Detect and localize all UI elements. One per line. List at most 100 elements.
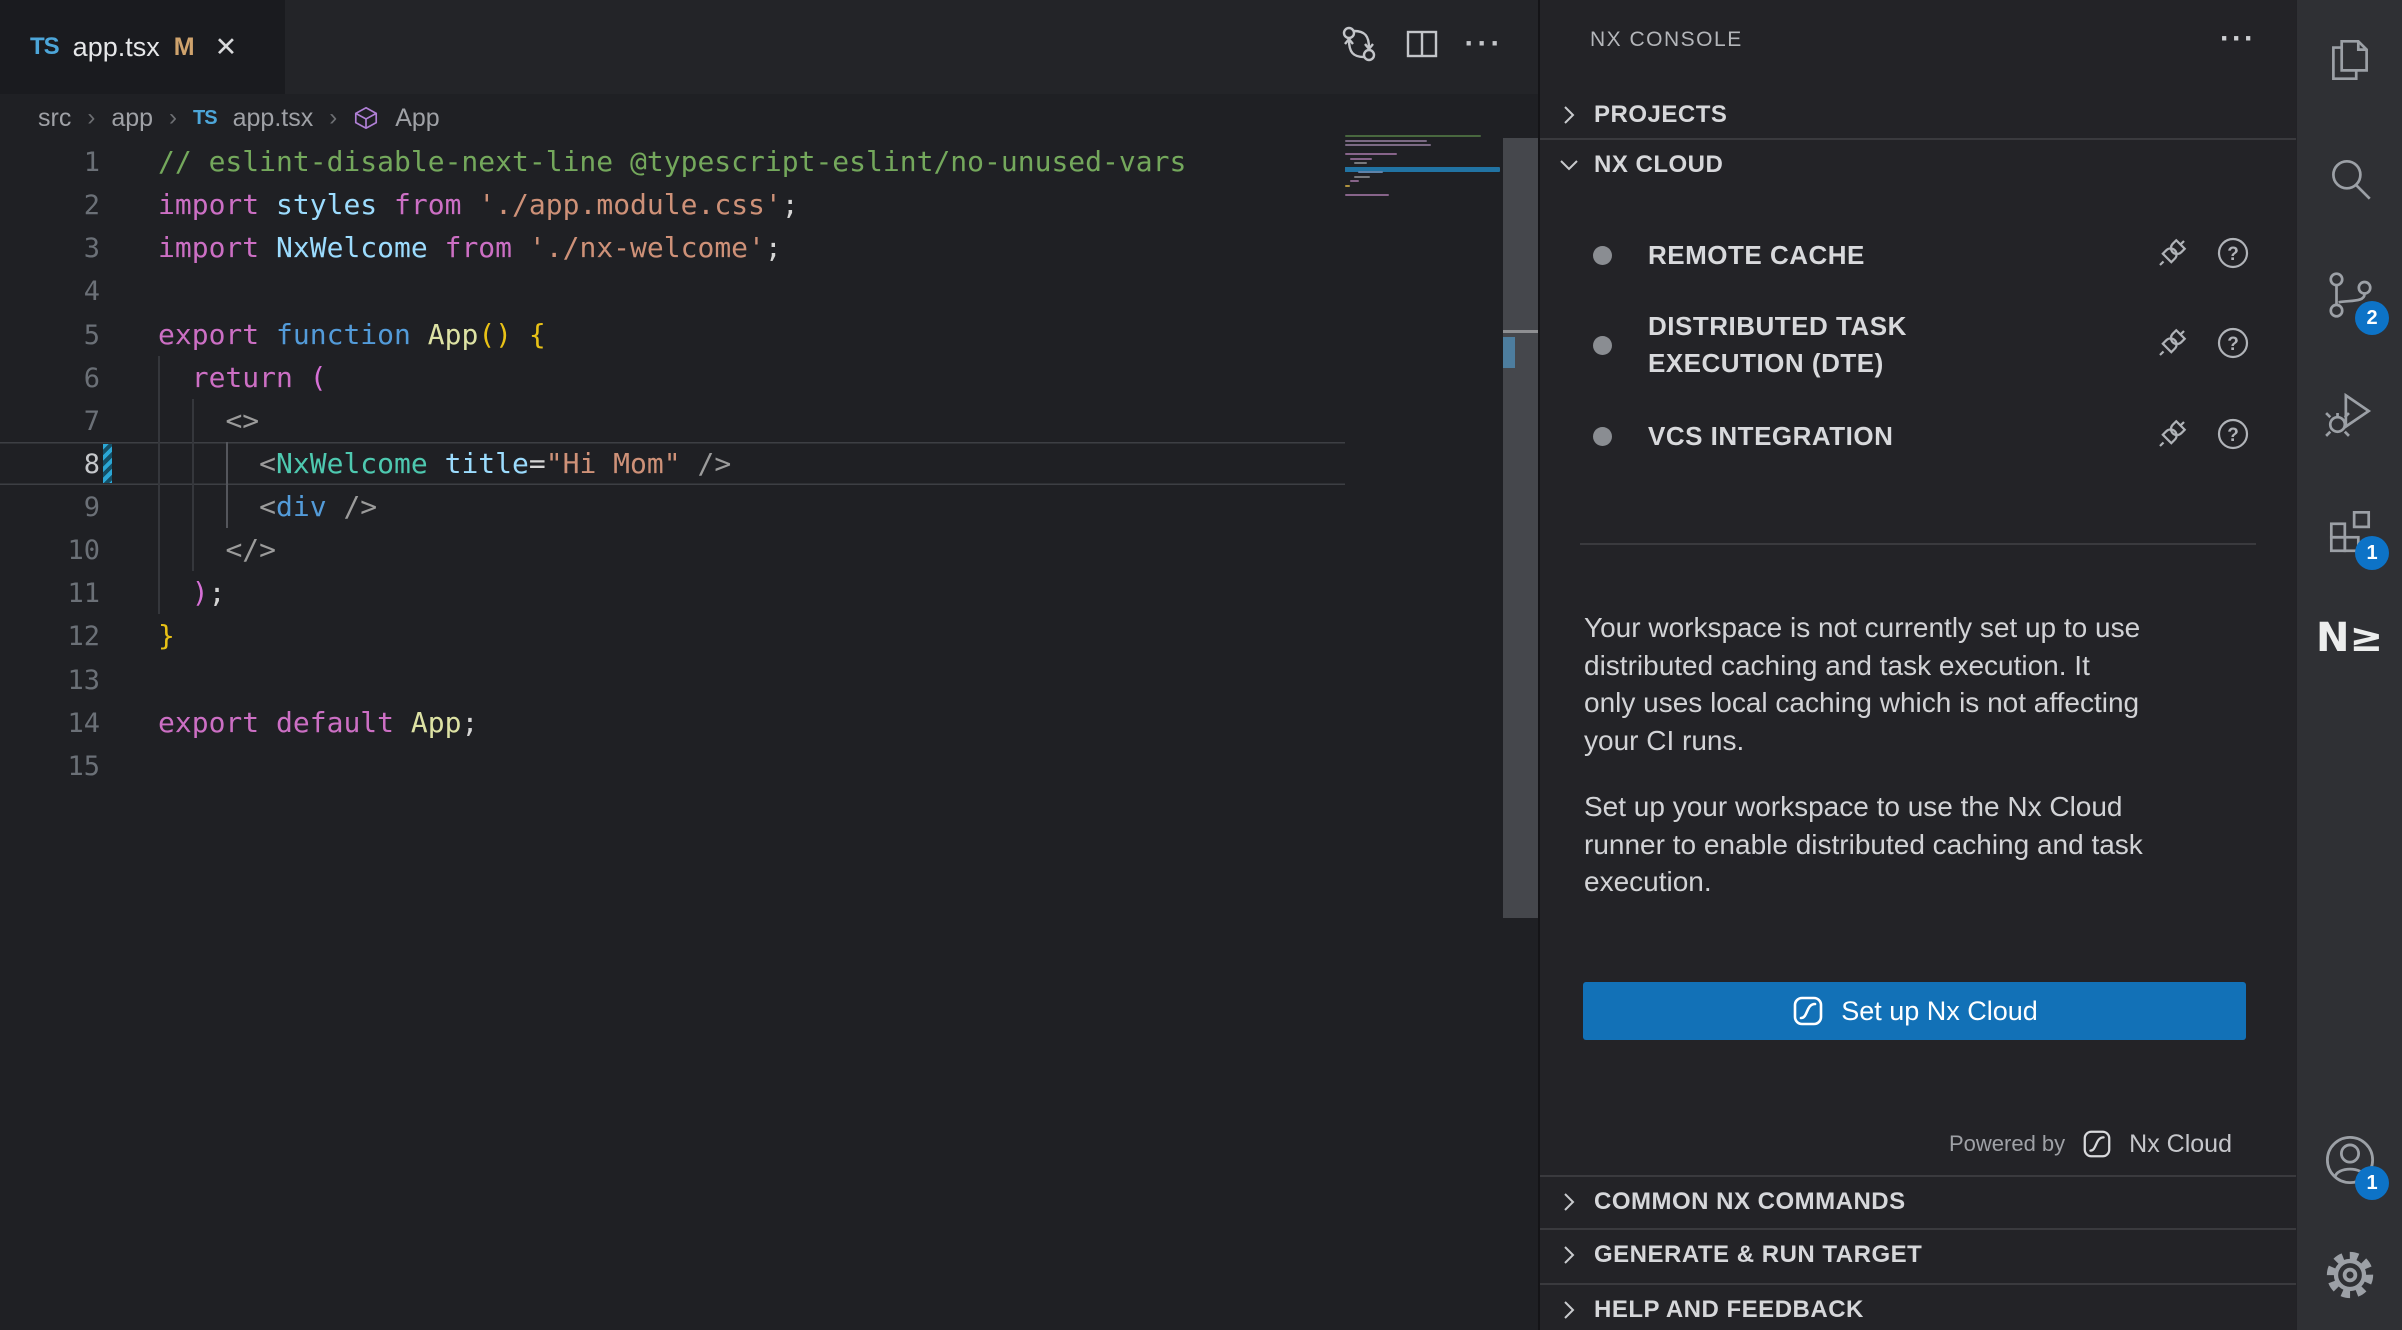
breadcrumb-app[interactable]: app: [111, 104, 153, 133]
code-line[interactable]: 5 export function App() {: [0, 313, 1345, 356]
account-badge: 1: [2355, 1166, 2389, 1200]
breadcrumb-separator: ›: [329, 104, 337, 132]
code-editor[interactable]: 1// eslint-disable-next-line @typescript…: [0, 140, 1345, 787]
editor-more-actions-button[interactable]: ···: [1461, 21, 1507, 67]
code-line[interactable]: 10 </>: [0, 528, 1345, 571]
code-text: <>: [158, 404, 259, 437]
code-line[interactable]: 14export default App;: [0, 701, 1345, 744]
powered-by-label: Powered by: [1949, 1131, 2065, 1157]
close-icon[interactable]: ✕: [215, 32, 238, 63]
code-line[interactable]: 1// eslint-disable-next-line @typescript…: [0, 140, 1345, 183]
account-button[interactable]: 1: [2297, 1112, 2402, 1208]
section-projects[interactable]: PROJECTS: [1540, 92, 2296, 138]
line-number: 14: [0, 702, 100, 745]
nx-console-panel: NX CONSOLE ··· PROJECTS NX CLOUD REMOTE …: [1540, 0, 2296, 1330]
breadcrumb-separator: ›: [87, 104, 95, 132]
section-common-nx-commands[interactable]: COMMON NX COMMANDS: [1540, 1177, 2296, 1227]
ellipsis-icon: ···: [1465, 27, 1504, 61]
files-icon: [2323, 33, 2377, 87]
source-control-badge: 2: [2355, 301, 2389, 335]
explorer-button[interactable]: [2297, 12, 2402, 108]
code-line[interactable]: 3import NxWelcome from './nx-welcome';: [0, 226, 1345, 269]
code-text: export function App() {: [158, 318, 546, 351]
section-label: GENERATE & RUN TARGET: [1594, 1241, 1922, 1269]
help-icon: ?: [2216, 417, 2250, 451]
gear-icon: [2322, 1247, 2378, 1303]
minimap-line: [1354, 176, 1370, 178]
powered-by-brand: Nx Cloud: [2129, 1130, 2232, 1159]
breadcrumb-src[interactable]: src: [38, 104, 71, 133]
run-debug-button[interactable]: [2297, 364, 2402, 460]
line-number: 5: [0, 314, 100, 357]
breadcrumb-symbol[interactable]: App: [395, 104, 439, 133]
section-help-and-feedback[interactable]: HELP AND FEEDBACK: [1540, 1285, 2296, 1330]
section-label: HELP AND FEEDBACK: [1594, 1296, 1864, 1324]
line-number: 9: [0, 486, 100, 529]
nx-cloud-item: VCS INTEGRATION?: [1540, 409, 2296, 463]
code-line[interactable]: 7 <>: [0, 399, 1345, 442]
nx-console-button[interactable]: N≥: [2297, 589, 2402, 685]
tab-filename: app.tsx: [73, 32, 160, 63]
section-nx-cloud[interactable]: NX CLOUD: [1540, 139, 2296, 191]
code-line[interactable]: 13: [0, 658, 1345, 701]
section-label: COMMON NX COMMANDS: [1594, 1188, 1906, 1216]
compare-changes-icon: [1338, 23, 1380, 65]
minimap-line: [1350, 180, 1359, 182]
code-text: import styles from './app.module.css';: [158, 188, 799, 221]
split-editor-button[interactable]: [1399, 21, 1445, 67]
code-line[interactable]: 11 );: [0, 571, 1345, 614]
modified-badge: M: [174, 33, 195, 62]
scrollbar-thumb-edge: [1503, 330, 1538, 333]
nx-cloud-item-label: REMOTE CACHE: [1648, 237, 1865, 274]
panel-more-actions-button[interactable]: ···: [2220, 22, 2256, 56]
editor-scrollbar[interactable]: [1503, 138, 1538, 918]
section-label: PROJECTS: [1594, 101, 1727, 129]
indent-guide: [192, 399, 194, 571]
source-control-button[interactable]: 2: [2297, 247, 2402, 343]
minimap[interactable]: [1345, 135, 1500, 215]
code-line[interactable]: 12}: [0, 614, 1345, 657]
connect-button[interactable]: [2152, 414, 2192, 459]
help-button[interactable]: ?: [2216, 236, 2250, 275]
minimap-line: [1354, 162, 1367, 164]
breadcrumb-separator: ›: [169, 104, 177, 132]
activity-bar: 2 1 N≥ 1: [2296, 0, 2402, 1330]
svg-text:?: ?: [2227, 244, 2239, 265]
nx-cloud-item-actions: ?: [2152, 323, 2250, 368]
help-button[interactable]: ?: [2216, 417, 2250, 456]
chevron-right-icon: [1556, 1297, 1582, 1323]
tab-app-tsx[interactable]: TS app.tsx M ✕: [0, 0, 285, 94]
extensions-button[interactable]: 1: [2297, 482, 2402, 578]
code-line[interactable]: 15: [0, 744, 1345, 787]
code-line[interactable]: 8 <NxWelcome title="Hi Mom" />: [0, 442, 1345, 485]
connect-icon: [2152, 233, 2192, 273]
powered-by: Powered by Nx Cloud: [1949, 1128, 2232, 1160]
open-changes-button[interactable]: [1336, 21, 1382, 67]
line-number: 12: [0, 615, 100, 658]
chevron-right-icon: [1556, 1242, 1582, 1268]
code-line[interactable]: 4: [0, 269, 1345, 312]
breadcrumb-file[interactable]: app.tsx: [233, 104, 314, 133]
connect-button[interactable]: [2152, 323, 2192, 368]
code-line[interactable]: 2import styles from './app.module.css';: [0, 183, 1345, 226]
svg-text:?: ?: [2227, 425, 2239, 446]
status-dot-icon: [1593, 246, 1612, 265]
section-label: NX CLOUD: [1594, 151, 1723, 179]
indent-guide-active: [226, 442, 228, 528]
code-line[interactable]: 6 return (: [0, 356, 1345, 399]
connect-button[interactable]: [2152, 233, 2192, 278]
minimap-line: [1345, 185, 1350, 187]
modified-line-marker: [103, 444, 112, 483]
help-button[interactable]: ?: [2216, 326, 2250, 365]
settings-button[interactable]: [2297, 1227, 2402, 1323]
search-button[interactable]: [2297, 132, 2402, 228]
overview-ruler-modified-marker: [1503, 337, 1515, 368]
minimap-line: [1350, 158, 1372, 160]
chevron-right-icon: [1556, 102, 1582, 128]
svg-text:N≥: N≥: [2316, 615, 2383, 661]
typescript-file-icon: TS: [193, 107, 217, 130]
section-generate-run-target[interactable]: GENERATE & RUN TARGET: [1540, 1230, 2296, 1280]
code-line[interactable]: 9 <div />: [0, 485, 1345, 528]
setup-nx-cloud-button[interactable]: Set up Nx Cloud: [1583, 982, 2246, 1040]
indent-guide: [158, 356, 160, 614]
